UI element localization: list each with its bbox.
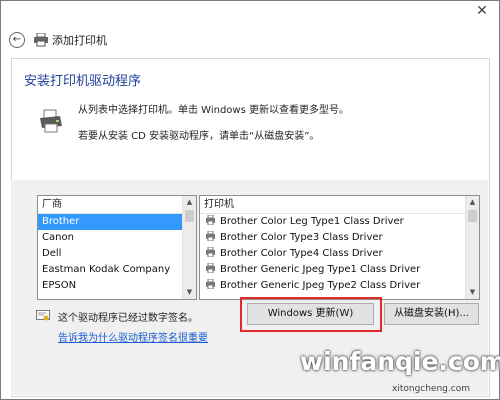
list-item-canon[interactable]: Canon — [38, 230, 196, 246]
list-item[interactable]: Brother Color Type3 Class Driver — [200, 230, 479, 246]
printer-name: Brother Generic Jpeg Type2 Class Driver — [220, 280, 421, 291]
have-disk-button[interactable]: 从磁盘安装(H)... — [384, 303, 479, 325]
manufacturer-list[interactable]: 厂商 Brother Canon Dell Eastman Kodak Comp… — [37, 195, 197, 300]
list-item-dell[interactable]: Dell — [38, 246, 196, 262]
printer-driver-icon — [206, 263, 215, 273]
manufacturer-scrollbar[interactable]: ▲ ▼ — [182, 196, 196, 299]
title-bar: ← 添加打印机 — [0, 21, 500, 61]
list-item[interactable]: Brother Generic Jpeg Type2 Class Driver — [200, 278, 479, 294]
scroll-thumb[interactable] — [185, 210, 194, 222]
manufacturer-list-header[interactable]: 厂商 — [38, 196, 196, 214]
list-item[interactable]: Brother Color Leg Type1 Class Driver — [200, 214, 479, 230]
instruction-text-2: 若要从安装 CD 安装驱动程序，请单击“从磁盘安装”。 — [78, 131, 320, 142]
scroll-down-icon[interactable]: ▼ — [183, 286, 196, 299]
watermark-sub: xitongcheng.com — [392, 384, 470, 394]
list-item[interactable]: Brother Generic Jpeg Type1 Class Driver — [200, 262, 479, 278]
list-item[interactable]: Brother Color Type4 Class Driver — [200, 246, 479, 262]
printer-driver-icon — [206, 247, 215, 257]
printer-list[interactable]: 打印机 Brother Color Leg Type1 Class Driver… — [199, 195, 480, 300]
list-item-brother[interactable]: Brother — [38, 214, 182, 230]
close-button[interactable]: ✕ — [465, 1, 499, 22]
printer-icon — [40, 109, 62, 133]
scroll-thumb[interactable] — [468, 210, 477, 222]
printer-name: Brother Color Type3 Class Driver — [220, 232, 383, 243]
window-title: 添加打印机 — [52, 34, 107, 47]
back-arrow-icon[interactable]: ← — [9, 32, 25, 48]
instruction-text-1: 从列表中选择打印机。单击 Windows 更新以查看更多型号。 — [78, 105, 349, 116]
printer-driver-icon — [206, 215, 215, 225]
list-item-eastman-kodak[interactable]: Eastman Kodak Company — [38, 262, 196, 278]
highlight-box — [240, 297, 382, 332]
scroll-up-icon[interactable]: ▲ — [183, 196, 196, 209]
printer-list-header[interactable]: 打印机 — [200, 196, 479, 214]
printer-driver-icon — [206, 231, 215, 241]
signed-status-text: 这个驱动程序已经过数字签名。 — [58, 313, 198, 324]
page-title: 安装打印机驱动程序 — [24, 74, 142, 89]
printer-name: Brother Color Type4 Class Driver — [220, 248, 383, 259]
printer-name: Brother Generic Jpeg Type1 Class Driver — [220, 264, 421, 275]
signing-info-link[interactable]: 告诉我为什么驱动程序签名很重要 — [58, 329, 208, 344]
printer-scrollbar[interactable]: ▲ ▼ — [465, 196, 479, 299]
printer-name: Brother Color Leg Type1 Class Driver — [220, 216, 404, 227]
certificate-icon — [36, 310, 50, 321]
watermark: winfanqie.com — [300, 347, 500, 376]
printer-icon — [34, 33, 48, 47]
close-icon: ✕ — [476, 3, 488, 19]
scroll-up-icon[interactable]: ▲ — [466, 196, 479, 209]
list-item-epson[interactable]: EPSON — [38, 278, 196, 294]
scroll-down-icon[interactable]: ▼ — [466, 286, 479, 299]
printer-driver-icon — [206, 279, 215, 289]
